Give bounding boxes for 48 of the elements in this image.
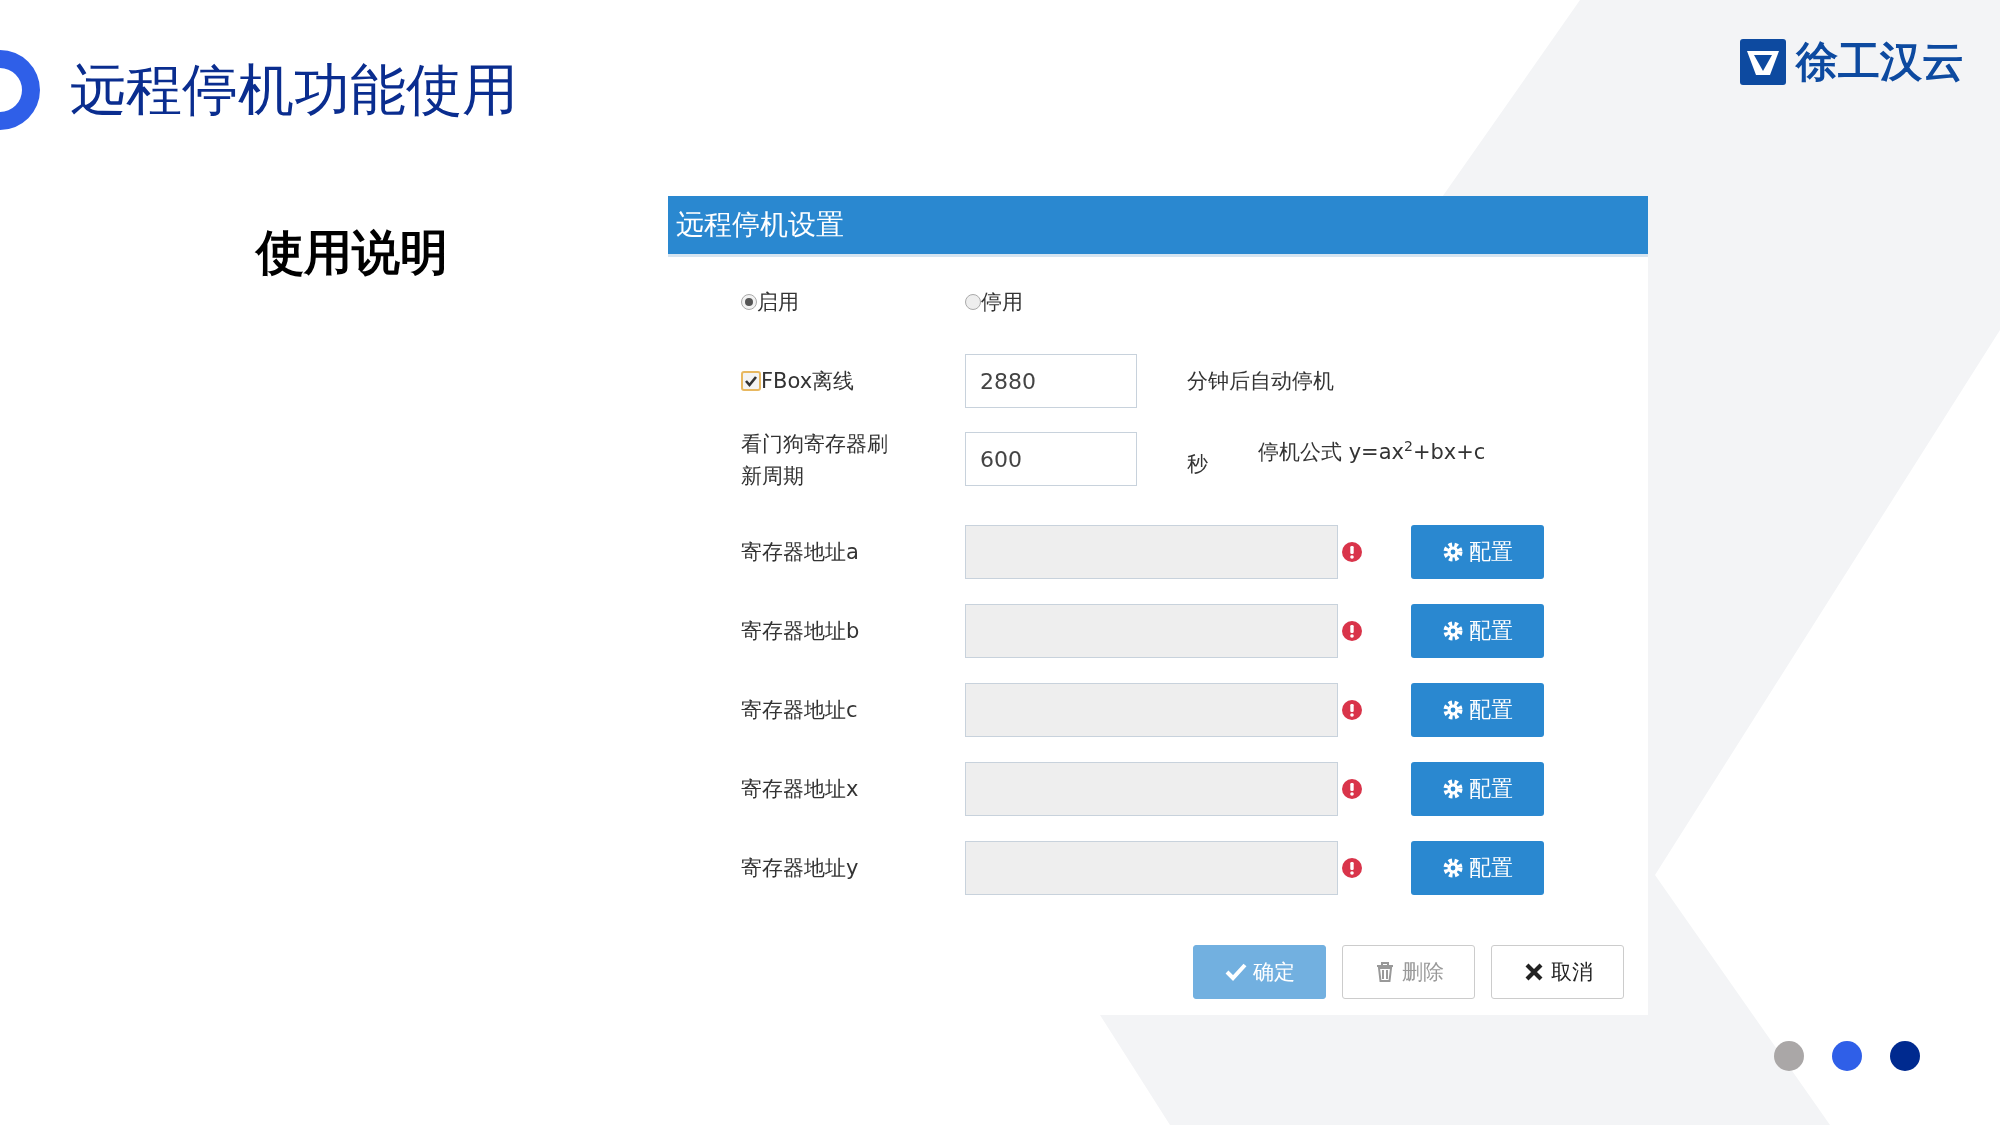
- address-input[interactable]: [965, 683, 1338, 737]
- slide-title: 远程停机功能使用: [70, 56, 518, 124]
- gear-icon: [1442, 700, 1463, 720]
- checkbox[interactable]: [741, 371, 761, 391]
- alert-icon: [1342, 621, 1362, 641]
- radio-label: 停用: [981, 289, 1023, 316]
- page-dot[interactable]: [1774, 1041, 1804, 1071]
- gear-icon: [1442, 779, 1463, 799]
- field-label: 寄存器地址b: [741, 618, 861, 645]
- logo-icon: [1740, 39, 1786, 85]
- address-input[interactable]: [965, 841, 1338, 895]
- alert-icon: [1342, 542, 1362, 562]
- dialog-title: 远程停机设置: [676, 207, 844, 243]
- unit-label: 秒: [1187, 451, 1208, 478]
- configure-button[interactable]: 配置: [1411, 604, 1544, 658]
- field-label: 看门狗寄存器刷新周期: [741, 431, 889, 490]
- alert-icon: [1342, 700, 1362, 720]
- checkbox-label: FBox离线: [761, 368, 855, 395]
- radio-button[interactable]: [965, 294, 981, 310]
- check-icon: [1224, 961, 1247, 983]
- field-label: 寄存器地址y: [741, 855, 860, 882]
- configure-button[interactable]: 配置: [1411, 525, 1544, 579]
- alert-icon: [1342, 858, 1362, 878]
- formula-text: 停机公式 y=ax$^{2}$+bx+c: [1258, 438, 1486, 466]
- field-label: 寄存器地址c: [741, 697, 859, 724]
- address-input[interactable]: [965, 604, 1338, 658]
- check-icon: [744, 374, 758, 388]
- gear-icon: [1442, 542, 1463, 562]
- unit-label: 分钟后自动停机: [1187, 368, 1334, 395]
- configure-button[interactable]: 配置: [1411, 762, 1544, 816]
- field-label: 寄存器地址a: [741, 539, 860, 566]
- minutes-input[interactable]: 2880: [965, 354, 1137, 408]
- alert-icon: [1342, 779, 1362, 799]
- page-dot[interactable]: [1832, 1041, 1862, 1071]
- radio-label: 启用: [757, 289, 799, 316]
- section-heading: 使用说明: [256, 223, 448, 282]
- configure-button[interactable]: 配置: [1411, 683, 1544, 737]
- cancel-button[interactable]: 取消: [1491, 945, 1624, 999]
- radio-button[interactable]: [741, 294, 757, 310]
- address-input[interactable]: [965, 525, 1338, 579]
- configure-button[interactable]: 配置: [1411, 841, 1544, 895]
- gear-icon: [1442, 621, 1463, 641]
- period-input[interactable]: 600: [965, 432, 1137, 486]
- address-input[interactable]: [965, 762, 1338, 816]
- logo-text: 徐工汉云: [1796, 38, 1964, 86]
- field-label: 寄存器地址x: [741, 776, 860, 803]
- page-dot[interactable]: [1890, 1041, 1920, 1071]
- gear-icon: [1442, 858, 1463, 878]
